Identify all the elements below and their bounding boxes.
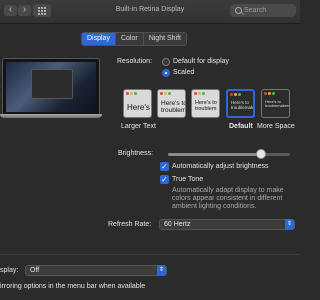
tab-bar: Display Color Night Shift (81, 32, 187, 46)
radio-scaled[interactable] (162, 69, 170, 77)
scale-option-1[interactable]: Here's (123, 89, 152, 118)
search-icon (235, 7, 242, 14)
divider (0, 254, 300, 255)
resolution-label: Resolution: (117, 58, 153, 65)
show-all-button[interactable] (33, 4, 51, 17)
search-placeholder: Search (244, 7, 267, 14)
radio-default-for-display[interactable] (162, 58, 170, 66)
refresh-rate-label: Refresh Rate: (108, 221, 152, 228)
chevron-updown-icon: ⇕ (157, 265, 166, 276)
true-tone-description: Automatically adapt display to make colo… (172, 187, 284, 210)
forward-icon: › (22, 4, 27, 15)
toolbar: ‹ › Built-in Retina Display Search (0, 0, 300, 24)
scale-option-2[interactable]: Here's to troublem (157, 89, 186, 118)
scale-option-more-space[interactable]: Here's to troublemakers (261, 89, 290, 118)
back-icon: ‹ (8, 4, 13, 15)
scale-option-3[interactable]: Here's to troublem (191, 89, 220, 118)
tab-color[interactable]: Color (116, 33, 144, 45)
true-tone-checkbox[interactable]: ✓ (160, 175, 169, 184)
airplay-display-label: splay: (0, 267, 19, 274)
more-space-caption: More Space (257, 123, 295, 130)
show-all-icon (38, 6, 40, 9)
refresh-rate-value: 60 Hertz (164, 221, 191, 228)
checkmark-icon: ✓ (161, 175, 168, 184)
true-tone-label: True Tone (172, 176, 204, 183)
larger-text-caption: Larger Text (121, 123, 156, 130)
airplay-display-value: Off (30, 267, 40, 274)
tab-night-shift[interactable]: Night Shift (144, 33, 186, 45)
checkmark-icon: ✓ (161, 162, 168, 171)
forward-button[interactable]: › (18, 5, 31, 16)
scale-option-default[interactable]: Here's to troublemakers (226, 89, 255, 118)
back-button[interactable]: ‹ (4, 5, 17, 16)
laptop-icon (2, 58, 100, 116)
refresh-rate-select[interactable]: 60 Hertz ⇕ (159, 219, 295, 230)
default-caption: Default (229, 123, 253, 130)
airplay-display-select[interactable]: Off ⇕ (25, 265, 167, 276)
brightness-knob[interactable] (255, 149, 266, 159)
auto-brightness-label: Automatically adjust brightness (172, 163, 269, 170)
brightness-label: Brightness: (118, 150, 154, 157)
laptop-base (0, 114, 102, 118)
brightness-fill (168, 153, 261, 156)
mirroring-options-label: irroring options in the menu bar when av… (0, 283, 146, 290)
scaled-label: Scaled (173, 69, 195, 76)
auto-brightness-checkbox[interactable]: ✓ (160, 162, 169, 171)
window-title: Built-in Retina Display (115, 6, 185, 13)
chevron-updown-icon: ⇕ (285, 219, 294, 230)
search-field[interactable]: Search (230, 4, 296, 17)
tab-display[interactable]: Display (82, 33, 116, 45)
default-for-display-label: Default for display (173, 58, 230, 65)
